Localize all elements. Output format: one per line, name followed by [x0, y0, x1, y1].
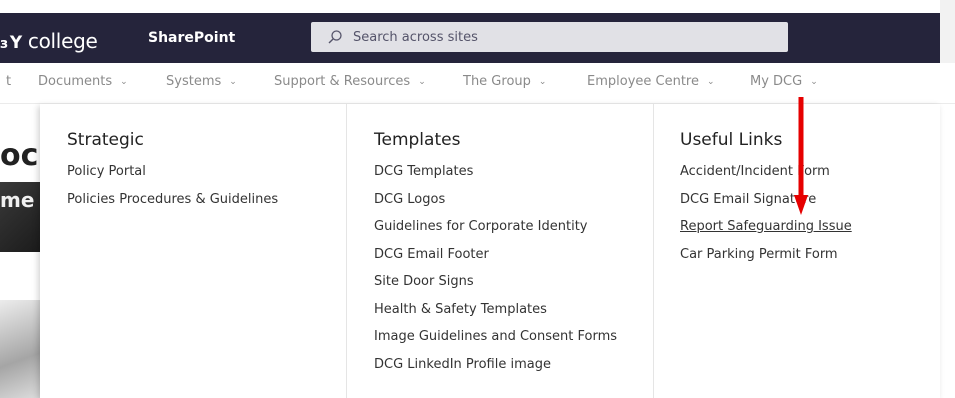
- window-top-edge: [0, 0, 940, 13]
- nav-item-my-dcg[interactable]: My DCG ⌄: [750, 74, 818, 89]
- chevron-down-icon: ⌄: [538, 77, 547, 87]
- menu-link-report-safeguarding-issue[interactable]: Report Safeguarding Issue: [680, 219, 852, 247]
- hub-navigation: t Documents ⌄ Systems ⌄ Support & Resource…: [0, 63, 955, 104]
- chevron-down-icon: ⌄: [120, 77, 128, 87]
- menu-column-title: Useful Links: [680, 130, 783, 150]
- annotation-arrow-icon: [794, 97, 808, 215]
- logo-prefix: з: [0, 36, 8, 52]
- search-placeholder: Search across sites: [353, 29, 478, 45]
- menu-link-dcg-templates[interactable]: DCG Templates: [374, 164, 617, 192]
- nav-item-employee-centre[interactable]: Employee Centre ⌄: [587, 74, 715, 89]
- hero-image-text: me: [0, 188, 35, 212]
- menu-link-list: Accident/Incident Form DCG Email Signatu…: [680, 164, 852, 274]
- chevron-down-icon: ⌄: [810, 77, 818, 87]
- menu-column-strategic: Strategic Policy Portal Policies Procedu…: [40, 104, 346, 398]
- menu-link-linkedin-profile-image[interactable]: DCG LinkedIn Profile image: [374, 357, 617, 385]
- logo-text: college: [21, 29, 98, 53]
- hero-image-fragment: me: [0, 182, 40, 252]
- chevron-down-icon: ⌄: [418, 77, 426, 87]
- nav-item-truncated[interactable]: t: [6, 74, 11, 89]
- menu-link-policy-portal[interactable]: Policy Portal: [67, 164, 278, 192]
- menu-link-list: Policy Portal Policies Procedures & Guid…: [67, 164, 278, 219]
- page-heading-fragment: oc: [0, 138, 39, 173]
- search-box[interactable]: Search across sites: [311, 22, 788, 52]
- menu-link-image-guidelines[interactable]: Image Guidelines and Consent Forms: [374, 329, 617, 357]
- menu-link-corporate-identity[interactable]: Guidelines for Corporate Identity: [374, 219, 617, 247]
- sharepoint-link[interactable]: SharePoint: [148, 30, 235, 46]
- menu-link-list: DCG Templates DCG Logos Guidelines for C…: [374, 164, 617, 384]
- menu-column-title: Templates: [374, 130, 461, 150]
- search-icon: [328, 30, 342, 44]
- chevron-down-icon: ⌄: [229, 77, 237, 87]
- background-image-fragment: [0, 300, 40, 398]
- logo-y: Y: [9, 33, 22, 53]
- nav-item-support-resources[interactable]: Support & Resources ⌄: [274, 74, 426, 89]
- menu-link-policies-procedures[interactable]: Policies Procedures & Guidelines: [67, 192, 278, 220]
- nav-item-systems[interactable]: Systems ⌄: [166, 74, 237, 89]
- menu-link-site-door-signs[interactable]: Site Door Signs: [374, 274, 617, 302]
- nav-item-documents[interactable]: Documents ⌄: [38, 74, 128, 89]
- menu-link-car-parking-permit[interactable]: Car Parking Permit Form: [680, 247, 852, 275]
- menu-column-title: Strategic: [67, 130, 144, 150]
- menu-link-email-footer[interactable]: DCG Email Footer: [374, 247, 617, 275]
- nav-item-the-group[interactable]: The Group ⌄: [463, 74, 546, 89]
- chevron-down-icon: ⌄: [707, 77, 715, 87]
- menu-link-email-signature[interactable]: DCG Email Signature: [680, 192, 852, 220]
- menu-column-templates: Templates DCG Templates DCG Logos Guidel…: [346, 104, 654, 398]
- menu-link-accident-incident-form[interactable]: Accident/Incident Form: [680, 164, 852, 192]
- menu-link-health-safety-templates[interactable]: Health & Safety Templates: [374, 302, 617, 330]
- window-right-edge: [940, 0, 955, 63]
- menu-link-dcg-logos[interactable]: DCG Logos: [374, 192, 617, 220]
- college-logo[interactable]: зY college: [0, 29, 98, 53]
